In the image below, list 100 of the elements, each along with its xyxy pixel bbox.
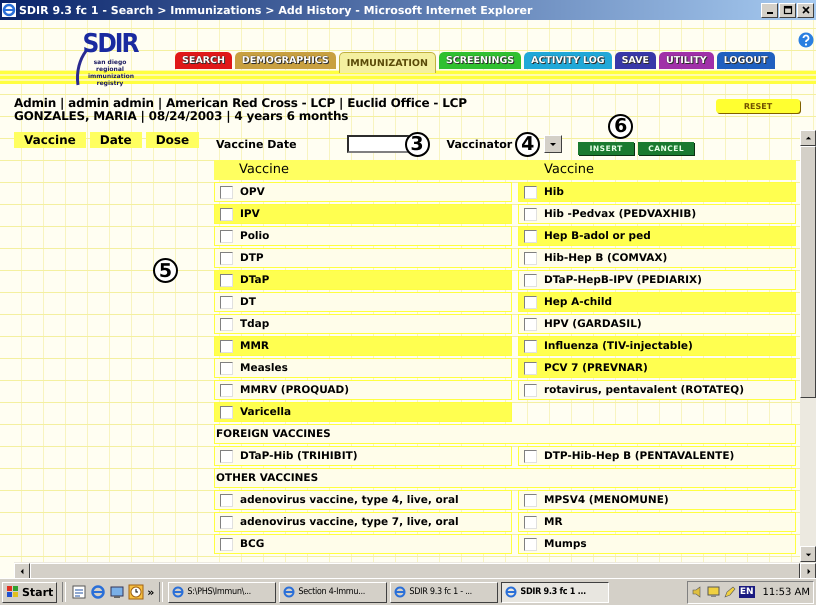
checkbox[interactable]	[220, 318, 233, 330]
checkbox[interactable]	[220, 186, 233, 198]
browser-icon	[393, 585, 408, 599]
checkbox[interactable]	[220, 230, 233, 242]
browser-icon	[2, 3, 16, 17]
vaccine-name: MMRV (PROQUAD)	[240, 384, 350, 396]
vaccine-name: Measles	[240, 362, 288, 374]
taskbar-button[interactable]: S:\PHS\Immun\...	[168, 582, 276, 602]
browser-icon	[282, 585, 296, 599]
checkbox[interactable]	[220, 494, 233, 506]
vaccine-name: HPV (GARDASIL)	[544, 318, 642, 330]
browser-icon	[171, 585, 186, 599]
checkbox[interactable]	[220, 450, 233, 462]
checkbox[interactable]	[524, 538, 537, 550]
pencil-icon[interactable]	[722, 585, 737, 599]
nav-tab[interactable]: UTILITY	[659, 52, 714, 69]
vaccine-name: Hib-Hep B (COMVAX)	[544, 252, 668, 264]
callout-number: 4	[515, 132, 540, 156]
window-title: SDIR 9.3 fc 1 - Search > Immunizations > Add History - Microsoft Internet Explorer	[19, 4, 532, 16]
vaccine-name: DT	[240, 296, 256, 308]
nav-tab[interactable]: IMMUNIZATION	[338, 52, 436, 73]
vaccine-name: Polio	[240, 230, 270, 242]
checkbox[interactable]	[220, 208, 233, 220]
checkbox[interactable]	[220, 516, 233, 528]
checkbox[interactable]	[524, 318, 537, 330]
close-icon	[800, 5, 810, 15]
monitor-icon[interactable]	[706, 585, 721, 599]
notepad-icon[interactable]	[71, 584, 88, 600]
vaccine-name: MR	[544, 516, 563, 528]
clock-icon[interactable]	[128, 584, 144, 600]
checkbox[interactable]	[220, 340, 233, 352]
section-heading: FOREIGN VACCINES	[214, 424, 796, 444]
checkbox[interactable]	[524, 340, 537, 352]
checkbox[interactable]	[220, 538, 233, 550]
column-header: Vaccine	[14, 132, 86, 148]
checkbox[interactable]	[220, 274, 233, 286]
more-button[interactable]: »	[147, 586, 154, 598]
vaccine-name: MMR	[240, 340, 269, 352]
vaccine-name: OPV	[240, 186, 265, 198]
vaccine-name: DTP-Hib-Hep B (PENTAVALENTE)	[544, 450, 734, 462]
vaccinator-dropdown[interactable]	[544, 135, 562, 153]
language-indicator[interactable]: EN	[738, 586, 755, 598]
nav-tab[interactable]: SAVE	[614, 52, 656, 69]
column-header: Vaccine	[543, 161, 594, 179]
vaccine-name: Hib -Pedvax (PEDVAXHIB)	[544, 208, 696, 220]
callout-number: 5	[153, 258, 178, 283]
checkbox[interactable]	[220, 252, 233, 264]
vertical-scrollbar[interactable]	[800, 130, 816, 562]
vaccine-name: Hib	[544, 186, 564, 198]
date-field[interactable]	[346, 135, 409, 153]
checkbox[interactable]	[220, 296, 233, 308]
vaccine-name: DTaP-Hib (TRIHIBIT)	[240, 450, 358, 462]
vaccine-name: adenovirus vaccine, type 7, live, oral	[240, 516, 459, 528]
vaccine-name: DTaP-HepB-IPV (PEDIARIX)	[544, 274, 702, 286]
checkbox[interactable]	[524, 384, 537, 396]
taskbar-button[interactable]: SDIR 9.3 fc 1 - ...	[390, 582, 498, 602]
vaccine-name: adenovirus vaccine, type 4, live, oral	[240, 494, 459, 506]
vaccine-name: DTaP	[240, 274, 270, 286]
desktop-icon[interactable]	[109, 584, 126, 600]
checkbox[interactable]	[524, 208, 537, 220]
help-icon[interactable]	[798, 32, 814, 48]
horizontal-scrollbar[interactable]	[14, 562, 816, 578]
checkbox[interactable]	[524, 296, 537, 308]
checkbox[interactable]	[524, 252, 537, 264]
checkbox[interactable]	[220, 362, 233, 374]
vaccine-name: rotavirus, pentavalent (ROTATEQ)	[544, 384, 744, 396]
minimize-button[interactable]	[761, 2, 778, 18]
start-button[interactable]: Start	[2, 582, 58, 602]
checkbox[interactable]	[524, 274, 537, 286]
reset-button[interactable]: RESET	[716, 99, 800, 113]
close-button[interactable]	[797, 2, 814, 18]
checkbox[interactable]	[524, 362, 537, 374]
field-label: Vaccine Date	[216, 138, 297, 150]
column-header: Vaccine	[238, 161, 290, 179]
taskbar-button[interactable]: SDIR 9.3 fc 1 ...	[501, 582, 610, 602]
taskbar-button[interactable]: Section 4-Immu...	[279, 582, 388, 602]
vaccine-name: Hep B-adol or ped	[544, 230, 651, 242]
checkbox[interactable]	[524, 494, 537, 506]
checkbox[interactable]	[220, 384, 233, 396]
checkbox[interactable]	[524, 516, 537, 528]
vaccine-name: Varicella	[240, 406, 292, 418]
column-header: Dose	[146, 132, 200, 148]
clock: 11:53 AM	[762, 586, 810, 598]
vaccine-name: MPSV4 (MENOMUNE)	[544, 494, 669, 506]
section-heading: OTHER VACCINES	[214, 468, 796, 488]
maximize-icon	[782, 5, 792, 15]
checkbox[interactable]	[220, 406, 233, 418]
vaccine-name: IPV	[240, 208, 260, 220]
checkbox[interactable]	[524, 186, 537, 198]
nav-tab[interactable]: LOGOUT	[716, 52, 775, 69]
vaccine-name: BCG	[240, 538, 264, 550]
field-label: Vaccinator	[446, 138, 512, 150]
maximize-button[interactable]	[779, 2, 796, 18]
vaccine-name: Mumps	[544, 538, 587, 550]
user-info: Admin | admin admin | American Red Cross - LCP | Euclid Office - LCP	[14, 97, 467, 110]
minimize-icon	[766, 12, 772, 14]
checkbox[interactable]	[524, 450, 537, 462]
vaccine-name: DTP	[240, 252, 264, 264]
checkbox[interactable]	[524, 230, 537, 242]
nav-tab[interactable]: SEARCH	[175, 52, 232, 69]
